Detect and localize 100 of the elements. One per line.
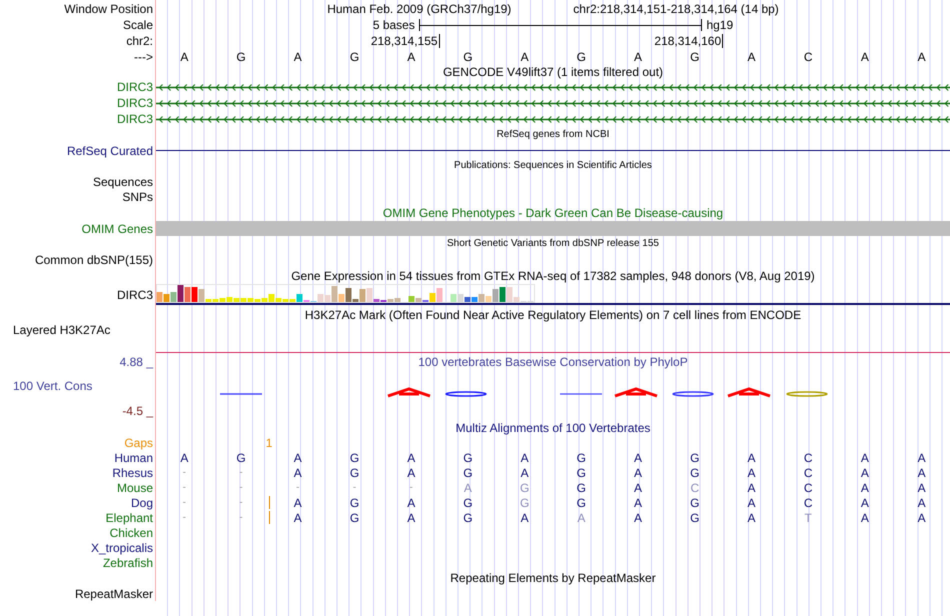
alignment-base: A: [407, 496, 416, 508]
track-title: RefSeq genes from NCBI: [496, 130, 610, 140]
alignment-base: C: [804, 452, 813, 464]
track-label: Layered H3K27Ac: [13, 324, 110, 336]
assembly-title: Human Feb. 2009 (GRCh37/hg19): [327, 2, 512, 14]
track-title: Gene Expression in 54 tissues from GTEx RNA-seq of 17382 samples, 948 donors (V8, Aug 2019): [291, 270, 815, 282]
track-label: Gaps: [124, 436, 153, 448]
alignment-base: A: [577, 512, 586, 524]
track-title: OMIM Gene Phenotypes - Dark Green Can Be Disease-causing: [382, 207, 724, 219]
alignment-base: G: [690, 512, 700, 524]
alignment-base: G: [350, 452, 360, 464]
alignment-base: A: [634, 452, 642, 464]
track-label: RefSeq Curated: [66, 144, 153, 156]
track-title: Publications: Sequences in Scientific Articles: [454, 161, 652, 171]
position-tick: 218,314,160: [654, 34, 724, 48]
alignment-base: G: [520, 482, 530, 494]
base-letter: C: [804, 50, 813, 62]
gene-label: DIRC3: [116, 97, 153, 109]
position-text: chr2:218,314,151-218,314,164 (14 bp): [573, 2, 779, 14]
alignment-base: G: [576, 482, 586, 494]
track-title: Short Genetic Variants from dbSNP release 155: [447, 239, 659, 249]
base-letter: A: [918, 50, 926, 62]
gap-count: 1: [266, 436, 272, 448]
alignment-base: G: [576, 452, 586, 464]
alignment-base: -: [239, 512, 243, 522]
alignment-base: A: [860, 452, 869, 464]
species-label: Rhesus: [112, 466, 153, 478]
alignment-base: A: [407, 466, 416, 478]
gene-label: DIRC3: [116, 113, 153, 125]
base-letter: A: [180, 50, 188, 62]
alignment-base: A: [407, 512, 416, 524]
alignment-base: C: [804, 482, 813, 494]
track-title: 100 vertebrates Basewise Conservation by PhyloP: [418, 356, 688, 368]
track-label: chr2:: [126, 35, 153, 47]
alignment-base: A: [747, 496, 756, 508]
alignment-base: G: [576, 496, 586, 508]
species-label: Mouse: [116, 482, 153, 494]
track-title: GENCODE V49lift37 (1 items filtered out): [442, 66, 664, 78]
alignment-base: T: [804, 512, 812, 524]
alignment-base: A: [747, 452, 756, 464]
species-label: Human: [114, 452, 153, 464]
alignment-base: A: [407, 452, 416, 464]
alignment-base: A: [918, 496, 926, 508]
track-label: --->: [134, 50, 153, 62]
alignment-base: A: [294, 452, 302, 464]
base-letter: A: [634, 50, 642, 62]
alignment-base: A: [918, 512, 926, 524]
alignment-base: A: [634, 466, 642, 478]
scale-label: 5 bases: [372, 19, 415, 31]
species-label: Dog: [130, 496, 153, 508]
base-letter: A: [520, 50, 529, 62]
alignment-base: A: [918, 452, 926, 464]
alignment-base: A: [464, 482, 472, 494]
track-label: Sequences: [92, 176, 153, 188]
alignment-base: A: [294, 466, 302, 478]
track-label: OMIM Genes: [82, 222, 153, 234]
alignment-base: A: [294, 496, 302, 508]
alignment-base: -: [239, 468, 243, 478]
track-label: SNPs: [122, 191, 153, 203]
base-letter: A: [294, 50, 302, 62]
alignment-base: G: [350, 512, 360, 524]
alignment-base: A: [294, 512, 302, 524]
species-label: X_tropicalis: [90, 542, 153, 554]
track-title: Repeating Elements by RepeatMasker: [450, 572, 656, 584]
alignment-base: -: [352, 482, 356, 492]
track-label: DIRC3: [116, 289, 153, 301]
track-title: H3K27Ac Mark (Often Found Near Active Regulatory Elements) on 7 cell lines from ENCODE: [304, 309, 802, 321]
alignment-base: A: [860, 512, 869, 524]
alignment-base: A: [918, 482, 926, 494]
alignment-base: -: [182, 468, 186, 478]
base-letter: G: [576, 50, 586, 62]
axis-label: -4.5 _: [122, 405, 153, 417]
base-letter: G: [463, 50, 473, 62]
alignment-base: A: [918, 466, 926, 478]
axis-label: 4.88 _: [120, 356, 153, 368]
alignment-base: G: [463, 452, 473, 464]
alignment-base: -: [182, 482, 186, 492]
alignment-base: A: [520, 452, 529, 464]
species-label: Zebrafish: [102, 556, 153, 568]
track-label: 100 Vert. Cons: [13, 380, 92, 392]
alignment-base: G: [463, 512, 473, 524]
alignment-base: -: [182, 498, 186, 508]
alignment-base: G: [576, 466, 586, 478]
alignment-base: A: [860, 482, 869, 494]
alignment-base: A: [634, 496, 642, 508]
track-title: Multiz Alignments of 100 Vertebrates: [456, 422, 650, 434]
alignment-base: C: [804, 466, 813, 478]
track-label: Common dbSNP(155): [34, 254, 153, 266]
alignment-base: A: [520, 512, 529, 524]
alignment-base: A: [180, 452, 188, 464]
alignment-base: C: [690, 482, 700, 494]
track-label: RepeatMasker: [74, 588, 153, 600]
alignment-base: -: [239, 498, 243, 508]
track-label: Window Position: [64, 2, 153, 14]
alignment-base: A: [860, 496, 869, 508]
alignment-base: -: [182, 512, 186, 522]
alignment-base: -: [239, 482, 243, 492]
species-label: Elephant: [106, 512, 153, 524]
alignment-base: G: [350, 466, 360, 478]
alignment-base: A: [860, 466, 869, 478]
